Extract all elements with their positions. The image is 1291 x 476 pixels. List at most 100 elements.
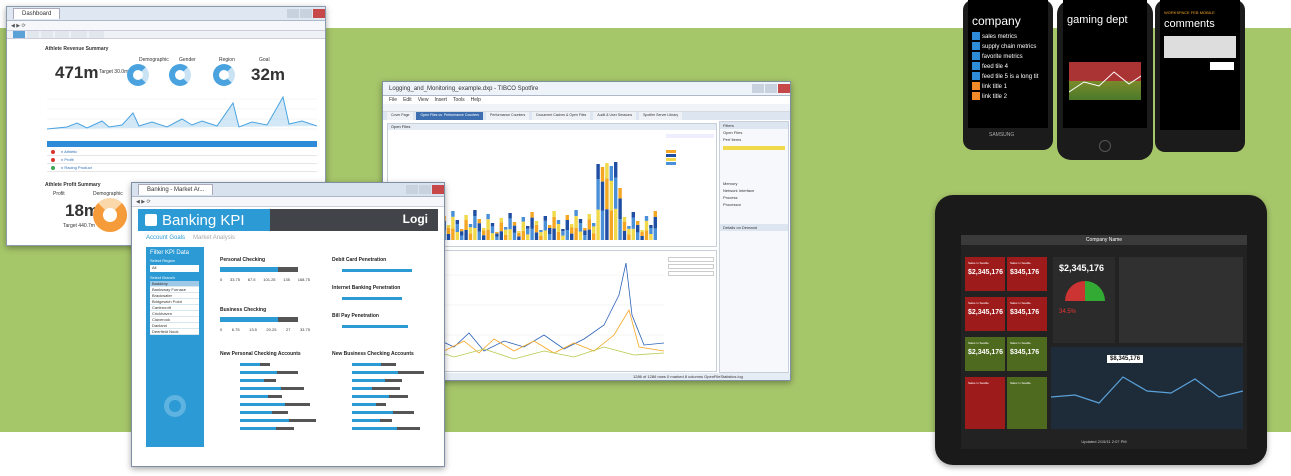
window-controls — [405, 185, 444, 194]
kpi-tile[interactable]: Sales in Seattle $345,176 — [1007, 337, 1047, 371]
filter-item[interactable]: Open Files — [720, 129, 788, 136]
filter-item[interactable]: Process — [720, 194, 788, 201]
bar-segment — [592, 226, 596, 234]
kpi-tile[interactable]: Sales in Seattle $2,345,176 — [965, 297, 1005, 331]
nav-tab[interactable] — [40, 31, 54, 38]
nav-tab[interactable] — [88, 31, 105, 38]
legend-dropdown[interactable] — [668, 271, 714, 276]
kpi-tile[interactable]: Sales in Seattle — [1007, 377, 1047, 429]
axis-tick: 33.75 — [229, 277, 240, 282]
maximize-button[interactable] — [300, 9, 312, 18]
bar-segment — [455, 224, 459, 232]
tab-cover-page[interactable]: Cover Page — [387, 112, 414, 120]
bar-segment — [556, 220, 561, 224]
filter-item[interactable]: Perf Items — [720, 136, 788, 143]
axis-personal: 0 33.75 67.5 101.25 135 168.75 — [220, 277, 310, 282]
maximize-button[interactable] — [419, 185, 431, 194]
tab-open-files[interactable]: Open Files vs. Performance Counters — [416, 112, 484, 120]
address-bar[interactable]: ◀ ▶ ⟳ — [132, 197, 444, 207]
menu-help[interactable]: Help — [471, 97, 481, 103]
bar-segment — [622, 217, 627, 222]
menu-view[interactable]: View — [418, 97, 429, 103]
close-button[interactable] — [313, 9, 325, 18]
bar-segment — [653, 211, 657, 217]
menu-insert[interactable]: Insert — [434, 97, 447, 103]
bar-segment — [455, 220, 459, 224]
kpi-tile[interactable]: Sales in Seattle $2,345,176 — [965, 257, 1005, 291]
table-row[interactable]: n Athletic — [47, 148, 317, 156]
region-select[interactable]: All — [150, 265, 199, 272]
hbar — [240, 403, 285, 406]
menu-file[interactable]: File — [389, 97, 397, 103]
menu-tools[interactable]: Tools — [453, 97, 465, 103]
list-item[interactable]: link title 1 — [972, 82, 1048, 92]
axis-tick: 67.5 — [247, 277, 256, 282]
bar-segment — [534, 232, 539, 240]
page-tabs: Cover Page Open Files vs. Performance Co… — [383, 112, 790, 120]
close-button[interactable] — [432, 185, 444, 194]
add-button[interactable] — [1210, 62, 1234, 70]
list-item[interactable]: supply chain metrics — [972, 42, 1048, 52]
progress-bar-remaining — [278, 317, 298, 322]
bar-segment — [552, 216, 556, 229]
minimize-button[interactable] — [287, 9, 299, 18]
close-button[interactable] — [778, 84, 790, 93]
table-row[interactable]: n Racing Product — [47, 164, 317, 172]
tab-performance-counters[interactable]: Performance Counters — [486, 112, 530, 120]
nav-tab[interactable] — [13, 31, 26, 38]
bar-segment — [517, 232, 521, 237]
bar-segment — [609, 166, 613, 181]
axis-tick: 6.75 — [231, 327, 240, 332]
kpi-tile[interactable]: Sales in Seattle $345,176 — [1007, 297, 1047, 331]
bar-segment — [460, 235, 464, 240]
list-item[interactable]: feed tile 4 — [972, 62, 1048, 72]
kpi-tile[interactable]: Sales in Seattle $345,176 — [1007, 257, 1047, 291]
filter-item[interactable]: Network Interface — [720, 187, 788, 194]
browser-tab[interactable]: Dashboard — [13, 8, 61, 19]
bar-segment — [468, 227, 473, 234]
dashboard-nav-tabs — [7, 31, 325, 39]
comment-input[interactable] — [1164, 36, 1236, 58]
list-item[interactable]: favorite metrics — [972, 52, 1048, 62]
legend-dropdown[interactable] — [668, 257, 714, 262]
nav-tab[interactable] — [70, 31, 87, 38]
list-item[interactable]: sales metrics — [972, 32, 1048, 42]
bar-segment — [548, 228, 552, 234]
bar-segment — [578, 219, 583, 224]
kpi-tile[interactable]: Sales in Seattle — [965, 377, 1005, 429]
minimize-button[interactable] — [752, 84, 764, 93]
bar-segment — [512, 232, 517, 240]
home-button[interactable] — [1099, 140, 1111, 152]
bar-segment — [526, 234, 530, 240]
menu-edit[interactable]: Edit — [403, 97, 412, 103]
bar-segment — [534, 221, 539, 225]
list-item[interactable]: feed tile 5 is a long tit — [972, 72, 1048, 82]
bar-segment — [653, 228, 657, 240]
tab-market-analysis[interactable]: Market Analysis — [193, 235, 235, 241]
range-slider[interactable] — [723, 146, 785, 150]
tab-account-goals[interactable]: Account Goals — [146, 235, 185, 241]
bar-segment — [622, 221, 627, 231]
address-bar[interactable]: ◀ ▶ ⟳ — [7, 21, 325, 31]
banking-tabs: Account Goals Market Analysis — [146, 235, 235, 241]
tab-server-library[interactable]: Spotfire Server Library — [639, 112, 683, 120]
filters-panel: Filters Open Files Perf Items Memory Net… — [719, 121, 789, 373]
minimize-button[interactable] — [406, 185, 418, 194]
tab-document-caches[interactable]: Document Caches & Open Files — [532, 112, 591, 120]
nav-tab[interactable] — [27, 31, 39, 38]
nav-tab[interactable] — [55, 31, 69, 38]
table-row[interactable]: n Profit — [47, 156, 317, 164]
tab-audit[interactable]: Audit & User Sessions — [593, 112, 637, 120]
kpi-tile[interactable]: Sales in Seattle $2,345,176 — [965, 337, 1005, 371]
filter-item[interactable]: Processor — [720, 201, 788, 208]
hbar — [381, 363, 396, 366]
bar-segment — [451, 216, 455, 229]
composite-screenshot: Dashboard ◀ ▶ ⟳ Athlete Revenue Summary … — [0, 0, 1291, 476]
legend-dropdown[interactable] — [668, 264, 714, 269]
bar-segment — [490, 226, 495, 234]
list-item[interactable]: link title 2 — [972, 92, 1048, 102]
list-item[interactable]: Deerfield Nook — [150, 329, 199, 335]
maximize-button[interactable] — [765, 84, 777, 93]
browser-tab[interactable]: Banking - Market Ar... — [138, 184, 214, 195]
filter-item[interactable]: Memory — [720, 180, 788, 187]
